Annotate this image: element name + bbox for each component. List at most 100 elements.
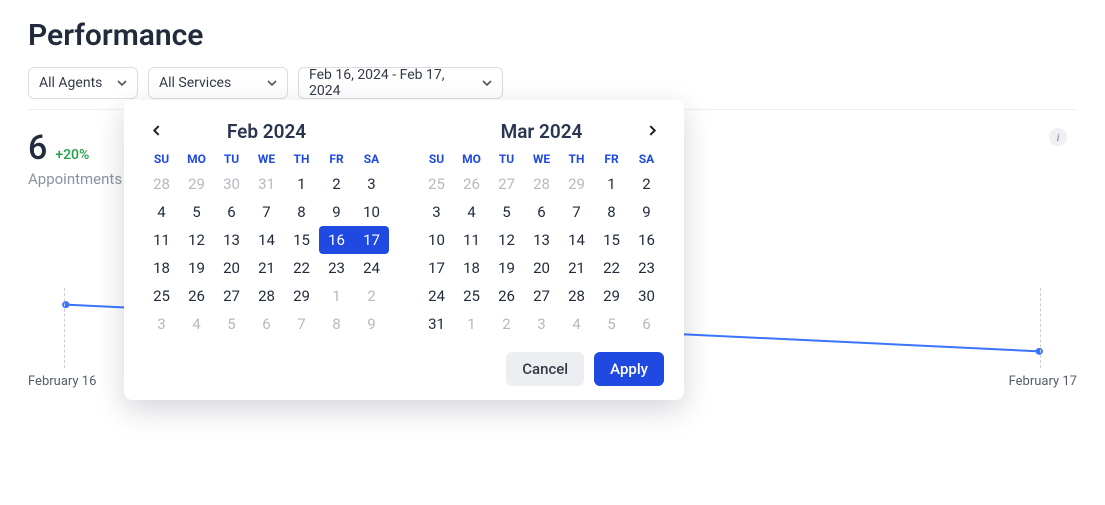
- calendar-day[interactable]: 27: [214, 282, 249, 310]
- agents-select[interactable]: All Agents: [28, 67, 138, 99]
- calendar-day[interactable]: 5: [179, 198, 214, 226]
- calendar-day[interactable]: 20: [524, 254, 559, 282]
- calendar-day[interactable]: 2: [319, 170, 354, 198]
- calendar-day[interactable]: 1: [594, 170, 629, 198]
- next-month-button[interactable]: [640, 118, 664, 142]
- calendar-day[interactable]: 24: [419, 282, 454, 310]
- calendar-day[interactable]: 13: [214, 226, 249, 254]
- calendar-day[interactable]: 4: [559, 310, 594, 338]
- calendar-day[interactable]: 5: [214, 310, 249, 338]
- calendar-day[interactable]: 30: [214, 170, 249, 198]
- calendar-day[interactable]: 3: [419, 198, 454, 226]
- calendar-day[interactable]: 3: [144, 310, 179, 338]
- calendar-day[interactable]: 28: [249, 282, 284, 310]
- calendar-day[interactable]: 29: [284, 282, 319, 310]
- calendar-day[interactable]: 18: [144, 254, 179, 282]
- calendar-day[interactable]: 21: [249, 254, 284, 282]
- calendar-day[interactable]: 31: [249, 170, 284, 198]
- calendar-day[interactable]: 9: [319, 198, 354, 226]
- calendar-day[interactable]: 6: [629, 310, 664, 338]
- calendar-day[interactable]: 9: [354, 310, 389, 338]
- dow-label: TU: [214, 152, 249, 166]
- chevron-down-icon: [267, 78, 277, 88]
- calendar-day[interactable]: 20: [214, 254, 249, 282]
- calendar-day[interactable]: 25: [454, 282, 489, 310]
- calendar-day[interactable]: 10: [354, 198, 389, 226]
- filter-bar: All Agents All Services Feb 16, 2024 - F…: [28, 67, 1077, 99]
- calendar-day[interactable]: 23: [319, 254, 354, 282]
- calendar-day[interactable]: 29: [559, 170, 594, 198]
- calendar-day[interactable]: 25: [144, 282, 179, 310]
- calendar-day[interactable]: 5: [489, 198, 524, 226]
- calendar-day[interactable]: 28: [524, 170, 559, 198]
- calendar-day[interactable]: 29: [179, 170, 214, 198]
- calendar-day[interactable]: 19: [179, 254, 214, 282]
- calendar-day[interactable]: 12: [489, 226, 524, 254]
- date-range-select[interactable]: Feb 16, 2024 - Feb 17, 2024: [298, 67, 503, 99]
- calendar-day[interactable]: 17: [354, 226, 389, 254]
- month-title: Feb 2024: [227, 120, 306, 143]
- calendar-day[interactable]: 2: [489, 310, 524, 338]
- calendar-day[interactable]: 9: [629, 198, 664, 226]
- calendar-day[interactable]: 5: [594, 310, 629, 338]
- calendar-day[interactable]: 16: [319, 226, 354, 254]
- calendar-day[interactable]: 22: [284, 254, 319, 282]
- calendar-day[interactable]: 28: [144, 170, 179, 198]
- calendar-day[interactable]: 23: [629, 254, 664, 282]
- calendar-day[interactable]: 14: [559, 226, 594, 254]
- services-select[interactable]: All Services: [148, 67, 288, 99]
- cancel-button[interactable]: Cancel: [506, 352, 584, 386]
- stat-value: 6: [28, 128, 47, 168]
- calendar-day[interactable]: 6: [249, 310, 284, 338]
- calendar-day[interactable]: 12: [179, 226, 214, 254]
- calendar-day[interactable]: 19: [489, 254, 524, 282]
- calendar-day[interactable]: 8: [284, 198, 319, 226]
- calendar-day[interactable]: 1: [454, 310, 489, 338]
- calendar-day[interactable]: 26: [179, 282, 214, 310]
- calendar-day[interactable]: 3: [354, 170, 389, 198]
- calendar-day[interactable]: 26: [489, 282, 524, 310]
- calendar-day[interactable]: 3: [524, 310, 559, 338]
- calendar-day[interactable]: 14: [249, 226, 284, 254]
- calendar-day[interactable]: 6: [524, 198, 559, 226]
- calendar-day[interactable]: 2: [354, 282, 389, 310]
- dow-label: SA: [629, 152, 664, 166]
- calendar-day[interactable]: 22: [594, 254, 629, 282]
- calendar-day[interactable]: 8: [319, 310, 354, 338]
- info-icon[interactable]: i: [1049, 128, 1067, 146]
- calendar-day[interactable]: 27: [489, 170, 524, 198]
- apply-button[interactable]: Apply: [594, 352, 664, 386]
- calendar-day[interactable]: 4: [144, 198, 179, 226]
- calendar-day[interactable]: 25: [419, 170, 454, 198]
- calendar-day[interactable]: 15: [594, 226, 629, 254]
- calendar-day[interactable]: 11: [454, 226, 489, 254]
- calendar-day[interactable]: 11: [144, 226, 179, 254]
- calendar-day[interactable]: 29: [594, 282, 629, 310]
- calendar-day[interactable]: 4: [179, 310, 214, 338]
- calendar-day[interactable]: 16: [629, 226, 664, 254]
- calendar-day[interactable]: 10: [419, 226, 454, 254]
- calendar-day[interactable]: 13: [524, 226, 559, 254]
- calendar-day[interactable]: 6: [214, 198, 249, 226]
- calendar-day[interactable]: 31: [419, 310, 454, 338]
- calendar-day[interactable]: 4: [454, 198, 489, 226]
- calendar-day[interactable]: 8: [594, 198, 629, 226]
- calendar-day[interactable]: 21: [559, 254, 594, 282]
- calendar-day[interactable]: 27: [524, 282, 559, 310]
- calendar-day[interactable]: 7: [249, 198, 284, 226]
- calendar-day[interactable]: 28: [559, 282, 594, 310]
- calendar-day[interactable]: 26: [454, 170, 489, 198]
- dow-label: SU: [144, 152, 179, 166]
- calendar-day[interactable]: 1: [319, 282, 354, 310]
- dow-label: TU: [489, 152, 524, 166]
- calendar-day[interactable]: 15: [284, 226, 319, 254]
- calendar-day[interactable]: 30: [629, 282, 664, 310]
- calendar-day[interactable]: 2: [629, 170, 664, 198]
- calendar-day[interactable]: 1: [284, 170, 319, 198]
- calendar-day[interactable]: 24: [354, 254, 389, 282]
- calendar-day[interactable]: 18: [454, 254, 489, 282]
- prev-month-button[interactable]: [144, 118, 168, 142]
- calendar-day[interactable]: 17: [419, 254, 454, 282]
- calendar-day[interactable]: 7: [284, 310, 319, 338]
- calendar-day[interactable]: 7: [559, 198, 594, 226]
